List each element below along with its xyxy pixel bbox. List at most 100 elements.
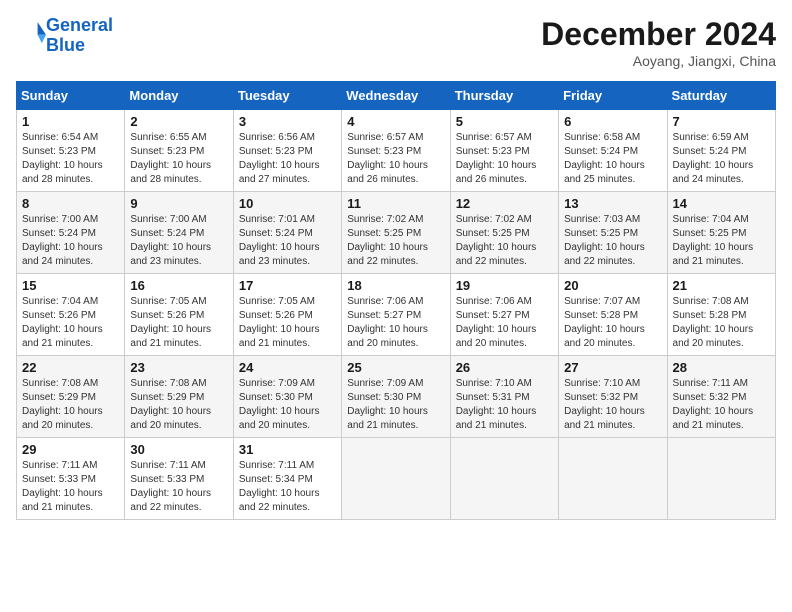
weekday-header-wednesday: Wednesday <box>342 82 450 110</box>
day-number: 14 <box>673 196 770 211</box>
day-info: Sunrise: 7:02 AM Sunset: 5:25 PM Dayligh… <box>456 213 553 269</box>
day-info: Sunrise: 7:05 AM Sunset: 5:26 PM Dayligh… <box>130 295 227 351</box>
calendar-cell <box>342 438 450 520</box>
calendar-cell: 6 Sunrise: 6:58 AM Sunset: 5:24 PM Daylig… <box>559 110 667 192</box>
day-info: Sunrise: 7:00 AM Sunset: 5:24 PM Dayligh… <box>130 213 227 269</box>
day-number: 3 <box>239 114 336 129</box>
month-title: December 2024 <box>541 16 776 53</box>
calendar-cell: 24 Sunrise: 7:09 AM Sunset: 5:30 PM Dayli… <box>233 356 341 438</box>
calendar-cell <box>667 438 775 520</box>
logo-general: General <box>46 15 113 35</box>
day-info: Sunrise: 7:08 AM Sunset: 5:28 PM Dayligh… <box>673 295 770 351</box>
calendar-cell: 19Sunrise: 7:06 AM Sunset: 5:27 PM Dayli… <box>450 274 558 356</box>
day-number: 29 <box>22 442 119 457</box>
day-info: Sunrise: 7:11 AM Sunset: 5:32 PM Dayligh… <box>673 377 770 433</box>
day-number: 8 <box>22 196 119 211</box>
weekday-header-saturday: Saturday <box>667 82 775 110</box>
location: Aoyang, Jiangxi, China <box>541 53 776 69</box>
day-number: 24 <box>239 360 336 375</box>
day-info: Sunrise: 6:58 AM Sunset: 5:24 PM Dayligh… <box>564 131 661 187</box>
day-number: 31 <box>239 442 336 457</box>
calendar-cell: 21 Sunrise: 7:08 AM Sunset: 5:28 PM Dayli… <box>667 274 775 356</box>
day-number: 23 <box>130 360 227 375</box>
day-info: Sunrise: 6:59 AM Sunset: 5:24 PM Dayligh… <box>673 131 770 187</box>
day-info: Sunrise: 7:06 AM Sunset: 5:27 PM Dayligh… <box>347 295 444 351</box>
day-info: Sunrise: 7:11 AM Sunset: 5:33 PM Dayligh… <box>22 459 119 515</box>
day-info: Sunrise: 7:08 AM Sunset: 5:29 PM Dayligh… <box>130 377 227 433</box>
calendar-cell: 1 Sunrise: 6:54 AM Sunset: 5:23 PM Daylig… <box>17 110 125 192</box>
calendar-cell: 8 Sunrise: 7:00 AM Sunset: 5:24 PM Daylig… <box>17 192 125 274</box>
calendar-cell: 26 Sunrise: 7:10 AM Sunset: 5:31 PM Dayli… <box>450 356 558 438</box>
calendar-cell: 25Sunrise: 7:09 AM Sunset: 5:30 PM Dayli… <box>342 356 450 438</box>
day-info: Sunrise: 7:10 AM Sunset: 5:32 PM Dayligh… <box>564 377 661 433</box>
day-number: 17 <box>239 278 336 293</box>
weekday-header-friday: Friday <box>559 82 667 110</box>
calendar-cell <box>450 438 558 520</box>
calendar-cell: 16Sunrise: 7:05 AM Sunset: 5:26 PM Dayli… <box>125 274 233 356</box>
calendar-cell: 28Sunrise: 7:11 AM Sunset: 5:32 PM Dayli… <box>667 356 775 438</box>
day-info: Sunrise: 7:04 AM Sunset: 5:25 PM Dayligh… <box>673 213 770 269</box>
weekday-header-tuesday: Tuesday <box>233 82 341 110</box>
calendar-cell: 18 Sunrise: 7:06 AM Sunset: 5:27 PM Dayli… <box>342 274 450 356</box>
day-info: Sunrise: 7:09 AM Sunset: 5:30 PM Dayligh… <box>239 377 336 433</box>
title-area: December 2024 Aoyang, Jiangxi, China <box>541 16 776 69</box>
day-info: Sunrise: 6:55 AM Sunset: 5:23 PM Dayligh… <box>130 131 227 187</box>
day-info: Sunrise: 7:05 AM Sunset: 5:26 PM Dayligh… <box>239 295 336 351</box>
calendar-cell: 30 Sunrise: 7:11 AM Sunset: 5:33 PM Dayli… <box>125 438 233 520</box>
calendar-cell: 10 Sunrise: 7:01 AM Sunset: 5:24 PM Dayli… <box>233 192 341 274</box>
calendar-cell: 13 Sunrise: 7:03 AM Sunset: 5:25 PM Dayli… <box>559 192 667 274</box>
calendar-cell: 12 Sunrise: 7:02 AM Sunset: 5:25 PM Dayli… <box>450 192 558 274</box>
calendar-cell: 23 Sunrise: 7:08 AM Sunset: 5:29 PM Dayli… <box>125 356 233 438</box>
weekday-header-monday: Monday <box>125 82 233 110</box>
calendar-cell: 9 Sunrise: 7:00 AM Sunset: 5:24 PM Daylig… <box>125 192 233 274</box>
day-number: 26 <box>456 360 553 375</box>
day-number: 30 <box>130 442 227 457</box>
day-info: Sunrise: 7:01 AM Sunset: 5:24 PM Dayligh… <box>239 213 336 269</box>
calendar-cell: 31 Sunrise: 7:11 AM Sunset: 5:34 PM Dayli… <box>233 438 341 520</box>
day-info: Sunrise: 7:09 AM Sunset: 5:30 PM Dayligh… <box>347 377 444 433</box>
day-number: 10 <box>239 196 336 211</box>
day-info: Sunrise: 7:07 AM Sunset: 5:28 PM Dayligh… <box>564 295 661 351</box>
day-number: 21 <box>673 278 770 293</box>
logo-blue: Blue <box>46 35 85 55</box>
day-number: 27 <box>564 360 661 375</box>
day-info: Sunrise: 7:03 AM Sunset: 5:25 PM Dayligh… <box>564 213 661 269</box>
calendar-cell: 15 Sunrise: 7:04 AM Sunset: 5:26 PM Dayli… <box>17 274 125 356</box>
calendar-cell: 4 Sunrise: 6:57 AM Sunset: 5:23 PM Daylig… <box>342 110 450 192</box>
day-info: Sunrise: 7:11 AM Sunset: 5:34 PM Dayligh… <box>239 459 336 515</box>
day-number: 13 <box>564 196 661 211</box>
day-info: Sunrise: 7:00 AM Sunset: 5:24 PM Dayligh… <box>22 213 119 269</box>
logo-icon <box>18 19 46 47</box>
calendar-cell <box>559 438 667 520</box>
day-number: 22 <box>22 360 119 375</box>
day-number: 12 <box>456 196 553 211</box>
calendar: SundayMondayTuesdayWednesdayThursdayFrid… <box>16 81 776 520</box>
calendar-cell: 7 Sunrise: 6:59 AM Sunset: 5:24 PM Daylig… <box>667 110 775 192</box>
day-info: Sunrise: 6:54 AM Sunset: 5:23 PM Dayligh… <box>22 131 119 187</box>
day-number: 2 <box>130 114 227 129</box>
day-info: Sunrise: 7:11 AM Sunset: 5:33 PM Dayligh… <box>130 459 227 515</box>
day-number: 5 <box>456 114 553 129</box>
day-number: 18 <box>347 278 444 293</box>
calendar-cell: 29 Sunrise: 7:11 AM Sunset: 5:33 PM Dayli… <box>17 438 125 520</box>
calendar-cell: 17 Sunrise: 7:05 AM Sunset: 5:26 PM Dayli… <box>233 274 341 356</box>
day-info: Sunrise: 7:08 AM Sunset: 5:29 PM Dayligh… <box>22 377 119 433</box>
day-info: Sunrise: 7:02 AM Sunset: 5:25 PM Dayligh… <box>347 213 444 269</box>
calendar-cell: 11 Sunrise: 7:02 AM Sunset: 5:25 PM Dayli… <box>342 192 450 274</box>
day-number: 4 <box>347 114 444 129</box>
weekday-header-sunday: Sunday <box>17 82 125 110</box>
day-number: 6 <box>564 114 661 129</box>
day-number: 11 <box>347 196 444 211</box>
day-info: Sunrise: 7:04 AM Sunset: 5:26 PM Dayligh… <box>22 295 119 351</box>
day-info: Sunrise: 7:10 AM Sunset: 5:31 PM Dayligh… <box>456 377 553 433</box>
calendar-cell: 3 Sunrise: 6:56 AM Sunset: 5:23 PM Daylig… <box>233 110 341 192</box>
day-number: 7 <box>673 114 770 129</box>
day-number: 20 <box>564 278 661 293</box>
day-number: 9 <box>130 196 227 211</box>
calendar-cell: 20 Sunrise: 7:07 AM Sunset: 5:28 PM Dayli… <box>559 274 667 356</box>
day-number: 15 <box>22 278 119 293</box>
day-number: 1 <box>22 114 119 129</box>
day-info: Sunrise: 6:57 AM Sunset: 5:23 PM Dayligh… <box>347 131 444 187</box>
day-info: Sunrise: 6:57 AM Sunset: 5:23 PM Dayligh… <box>456 131 553 187</box>
day-info: Sunrise: 6:56 AM Sunset: 5:23 PM Dayligh… <box>239 131 336 187</box>
